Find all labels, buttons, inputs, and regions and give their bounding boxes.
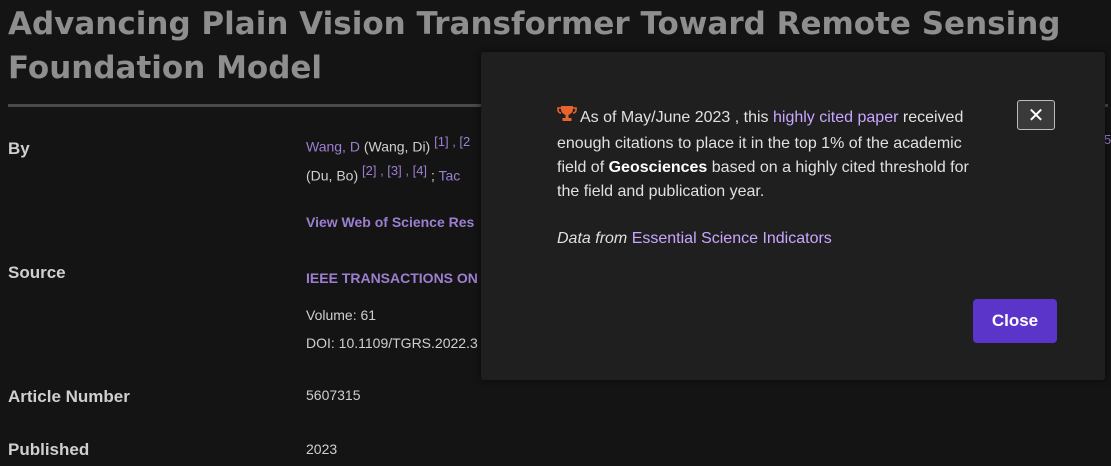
doi-text: DOI: 10.1109/TGRS.2022.3 — [306, 335, 478, 351]
article-number-label: Article Number — [8, 387, 130, 406]
author-fullname-wang: (Wang, Di) — [363, 138, 431, 155]
authors-line-2: (Du, Bo) [2] , [3] , [4] ; Tac — [306, 163, 460, 184]
author-fullname-du: (Du, Bo) — [306, 167, 359, 184]
author-link-tao[interactable]: Tac — [438, 168, 460, 184]
trophy-icon — [557, 104, 577, 132]
published-label: Published — [8, 440, 90, 459]
highly-cited-message: As of May/June 2023 , this highly cited … — [557, 104, 987, 204]
highly-cited-modal: As of May/June 2023 , this highly cited … — [481, 52, 1105, 380]
volume-text: Volume: 61 — [306, 307, 377, 323]
highly-cited-link[interactable]: highly cited paper — [773, 109, 898, 126]
data-source-line: Data from Essential Science Indicators — [557, 230, 832, 247]
author-link-wang[interactable]: Wang, D — [306, 139, 360, 155]
article-number-value: 5607315 — [306, 387, 361, 403]
esi-link[interactable]: Essential Science Indicators — [632, 230, 832, 247]
author-du-refs[interactable]: [2] , [3] , [4] — [362, 163, 427, 178]
authors-line-1: Wang, D (Wang, Di) [1] , [2 — [306, 134, 470, 155]
field-name: Geosciences — [608, 159, 708, 176]
author-affiliation-refs[interactable]: [1] , [2 — [434, 134, 470, 149]
author-ref-edge: 5 — [1104, 132, 1111, 147]
close-button[interactable]: Close — [973, 299, 1057, 343]
source-journal-link[interactable]: IEEE TRANSACTIONS ON — [306, 270, 478, 286]
source-label: Source — [8, 263, 66, 282]
by-label: By — [8, 139, 30, 158]
author-separator: ; — [430, 167, 435, 184]
published-value: 2023 — [306, 441, 338, 457]
close-icon[interactable]: ✕ — [1017, 100, 1055, 130]
view-wos-link[interactable]: View Web of Science Res — [306, 214, 474, 230]
